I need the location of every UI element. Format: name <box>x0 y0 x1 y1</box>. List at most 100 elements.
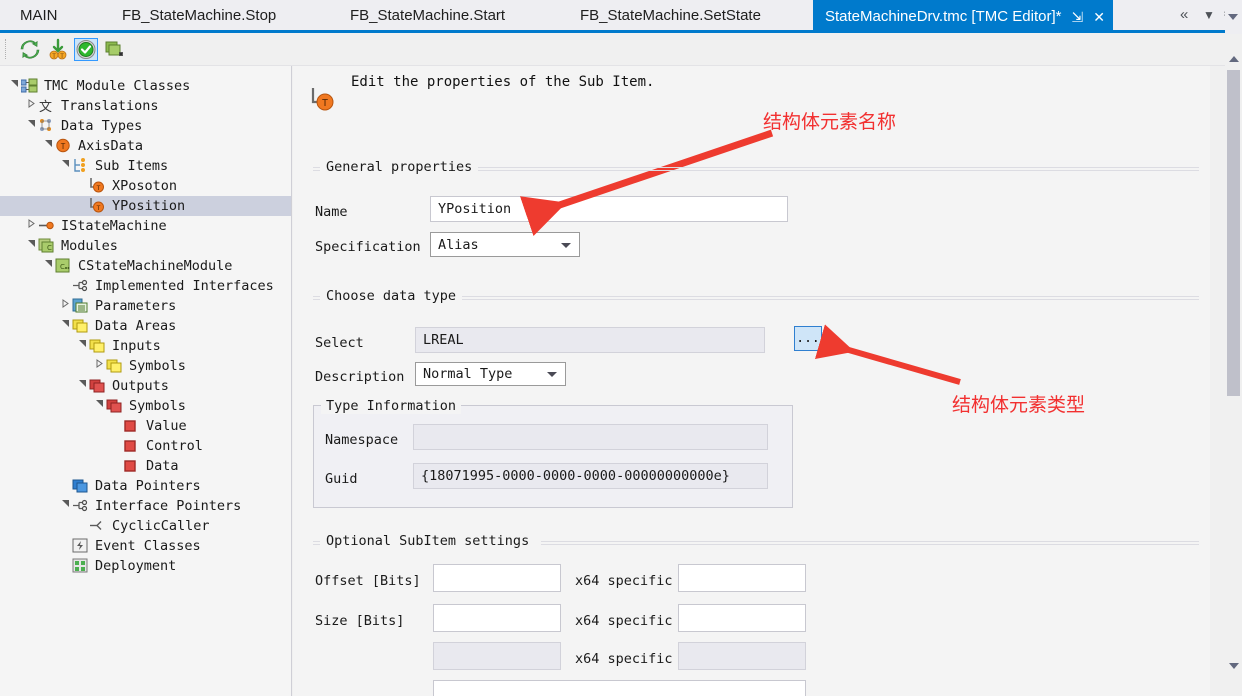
panel-header-text: Edit the properties of the Sub Item. <box>351 74 655 90</box>
select-label: Select <box>315 335 364 351</box>
main-vertical-scrollbar[interactable] <box>1225 36 1242 696</box>
tree-item-modules[interactable]: C Modules <box>8 236 285 256</box>
folder-blue-icon <box>72 478 90 494</box>
size-bits-input[interactable] <box>433 604 561 632</box>
tree-item-event-classes[interactable]: Event Classes <box>8 536 285 556</box>
toolbar-grip <box>5 39 7 59</box>
tree-item-data[interactable]: Data <box>8 456 285 476</box>
tree-item-sub-items[interactable]: Sub Items <box>8 156 285 176</box>
tree-item-label: YPosition <box>112 198 186 214</box>
tree-item-label: Data Types <box>61 118 143 134</box>
scroll-up-button[interactable] <box>1225 50 1242 67</box>
tab-statemachinedrv-tmc[interactable]: StateMachineDrv.tmc [TMC Editor]* ⇲ ✕ <box>813 0 1113 33</box>
tree-item-yposition[interactable]: T YPosition <box>0 196 291 216</box>
tree-item-tmc-module-classes[interactable]: TMC Module Classes <box>8 76 285 96</box>
subitem-orange-icon: T <box>89 198 107 214</box>
tree-item-translations[interactable]: 文 Translations <box>8 96 285 116</box>
tree-item-label: CStateMachineModule <box>78 258 233 274</box>
browse-datatype-button[interactable]: ... <box>794 326 822 351</box>
tree-item-outputs[interactable]: Outputs <box>8 376 285 396</box>
third-x64-label: x64 specific <box>575 651 673 667</box>
tree-item-data-types[interactable]: Data Types <box>8 116 285 136</box>
offset-x64-input[interactable] <box>678 564 806 592</box>
tree-expander-collapse-icon[interactable] <box>76 376 89 396</box>
guid-field[interactable]: {18071995-0000-0000-0000-00000000000e} <box>413 463 768 489</box>
pin-icon[interactable]: ⇲ <box>1071 10 1083 24</box>
size-x64-input[interactable] <box>678 604 806 632</box>
tree-item-symbols[interactable]: Symbols <box>8 396 285 416</box>
name-input[interactable]: YPosition <box>430 196 788 222</box>
tree-item-interface-pointers[interactable]: Interface Pointers <box>8 496 285 516</box>
tab-label: FB_StateMachine.Stop <box>122 6 277 24</box>
description-select[interactable]: Normal Type <box>415 362 566 386</box>
scroll-down-button[interactable] <box>1225 657 1242 674</box>
add-module-icon[interactable] <box>102 38 126 61</box>
third-row-input[interactable] <box>433 642 561 670</box>
tab-fb-statemachine-start[interactable]: FB_StateMachine.Start <box>340 0 515 30</box>
collapse-chevrons-icon[interactable]: « <box>1180 6 1188 23</box>
validate-icon[interactable] <box>74 38 98 61</box>
tree-expander-collapse-icon[interactable] <box>42 256 55 276</box>
specification-select[interactable]: Alias <box>430 232 580 257</box>
tree-item-cstatemachinemodule[interactable]: C CStateMachineModule <box>8 256 285 276</box>
tmc-tree-panel[interactable]: TMC Module Classes 文 Translations Data Type… <box>0 66 292 696</box>
namespace-field[interactable] <box>413 424 768 450</box>
tree-item-label: Implemented Interfaces <box>95 278 274 294</box>
tree-item-label: Control <box>146 438 203 454</box>
tab-main[interactable]: MAIN <box>10 0 68 30</box>
tree-expander-collapse-icon[interactable] <box>25 116 38 136</box>
import-icon[interactable]: T T <box>46 38 70 61</box>
tree-expander-collapse-icon[interactable] <box>42 136 55 156</box>
offset-bits-input[interactable] <box>433 564 561 592</box>
tree-item-label: Outputs <box>112 378 169 394</box>
close-icon[interactable]: ✕ <box>1093 10 1105 24</box>
tree-expander-collapse-icon[interactable] <box>59 316 72 336</box>
tree-expander-expand-icon[interactable] <box>25 216 38 236</box>
panel-dropdown-icon[interactable] <box>1228 14 1238 20</box>
scrollbar-thumb[interactable] <box>1227 70 1240 396</box>
chevron-down-icon <box>547 372 557 377</box>
tree-item-cycliccaller[interactable]: CyclicCaller <box>8 516 285 536</box>
tree-item-inputs[interactable]: Inputs <box>8 336 285 356</box>
tree-item-label: Deployment <box>95 558 177 574</box>
tree-expander-collapse-icon[interactable] <box>25 236 38 256</box>
tree-item-xposoton[interactable]: T XPosoton <box>8 176 285 196</box>
editor-tab-bar: MAIN FB_StateMachine.Stop FB_StateMachin… <box>0 0 1242 33</box>
tree-item-label: Parameters <box>95 298 177 314</box>
tree-item-deployment[interactable]: Deployment <box>8 556 285 576</box>
tree-expander-collapse-icon[interactable] <box>76 336 89 356</box>
tree-expander-expand-icon[interactable] <box>93 356 106 376</box>
module-classes-icon <box>20 78 39 94</box>
fourth-row-input[interactable] <box>433 680 806 696</box>
tab-fb-statemachine-stop[interactable]: FB_StateMachine.Stop <box>112 0 286 30</box>
third-x64-input[interactable] <box>678 642 806 670</box>
panel-collapse-bar <box>1225 0 1242 34</box>
tab-label: StateMachineDrv.tmc [TMC Editor]* <box>825 8 1062 25</box>
section-optional-title: Optional SubItem settings <box>320 533 536 549</box>
select-datatype-field[interactable]: LREAL <box>415 327 765 353</box>
tree-item-label: Data <box>146 458 179 474</box>
name-label: Name <box>315 204 348 220</box>
tree-expander-collapse-icon[interactable] <box>59 156 72 176</box>
tree-item-data-pointers[interactable]: Data Pointers <box>8 476 285 496</box>
tab-fb-statemachine-setstate[interactable]: FB_StateMachine.SetState <box>570 0 771 30</box>
tree-item-istatemachine[interactable]: IStateMachine <box>8 216 285 236</box>
svg-text:T: T <box>97 184 101 192</box>
tree-item-data-areas[interactable]: Data Areas <box>8 316 285 336</box>
tab-list-dropdown-icon[interactable]: ▼ <box>1203 8 1215 22</box>
tree-item-symbols[interactable]: Symbols <box>8 356 285 376</box>
tree-item-axisdata[interactable]: T AxisData <box>8 136 285 156</box>
tree-expander-expand-icon[interactable] <box>25 96 38 116</box>
section-datatype-title: Choose data type <box>320 288 463 304</box>
tree-item-label: TMC Module Classes <box>44 78 191 94</box>
triangle-up-icon <box>1229 56 1239 62</box>
tree-expander-collapse-icon[interactable] <box>93 396 106 416</box>
tree-item-parameters[interactable]: Parameters <box>8 296 285 316</box>
tree-item-value[interactable]: Value <box>8 416 285 436</box>
tree-expander-collapse-icon[interactable] <box>59 496 72 516</box>
tree-expander-collapse-icon[interactable] <box>8 76 21 96</box>
refresh-icon[interactable] <box>18 38 42 61</box>
tree-expander-expand-icon[interactable] <box>59 296 72 316</box>
tree-item-control[interactable]: Control <box>8 436 285 456</box>
tree-item-implemented-interfaces[interactable]: Implemented Interfaces <box>8 276 285 296</box>
